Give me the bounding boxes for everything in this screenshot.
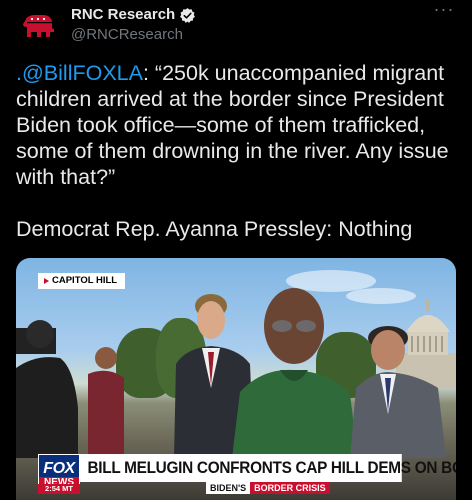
broadcast-time: 2:54 MT — [38, 484, 80, 494]
tweet-paragraph-2: Democrat Rep. Ayanna Pressley: Nothing — [16, 217, 413, 241]
republican-elephant-icon — [23, 15, 54, 37]
tweet-media-video[interactable]: CAPITOL HILL FOX NEWS 2:54 MT BILL MELUG… — [16, 258, 456, 500]
display-name[interactable]: RNC Research — [71, 6, 175, 24]
chyron-headline: BILL MELUGIN CONFRONTS CAP HILL DEMS ON … — [80, 454, 456, 482]
camera-operator-image — [16, 320, 124, 458]
staffer-image — [350, 326, 446, 458]
tweet-header: RNC Research @RNCResearch ··· — [16, 0, 456, 46]
verified-badge-icon — [180, 7, 196, 23]
display-name-row[interactable]: RNC Research — [71, 6, 196, 24]
mention-link[interactable]: .@BillFOXLA — [16, 61, 143, 85]
tweet-paragraph-1: .@BillFOXLA: “250k unaccompanied migrant… — [16, 60, 462, 190]
handle[interactable]: @RNCResearch — [71, 25, 196, 45]
tweet-text: .@BillFOXLA: “250k unaccompanied migrant… — [16, 60, 462, 242]
more-options-icon[interactable]: ··· — [432, 0, 456, 22]
location-tag: CAPITOL HILL — [38, 273, 126, 289]
chyron-show-label: BIDEN'S BORDER CRISIS — [206, 482, 330, 494]
play-triangle-icon — [44, 278, 49, 284]
fox-news-logo-top: FOX — [43, 459, 75, 477]
avatar[interactable] — [18, 6, 58, 46]
ayanna-pressley-image — [232, 288, 358, 458]
show-name: BIDEN'S — [206, 482, 251, 494]
show-tag: BORDER CRISIS — [250, 482, 330, 494]
news-chyron: FOX NEWS 2:54 MT BILL MELUGIN CONFRONTS … — [16, 454, 456, 500]
location-tag-label: CAPITOL HILL — [52, 275, 118, 286]
